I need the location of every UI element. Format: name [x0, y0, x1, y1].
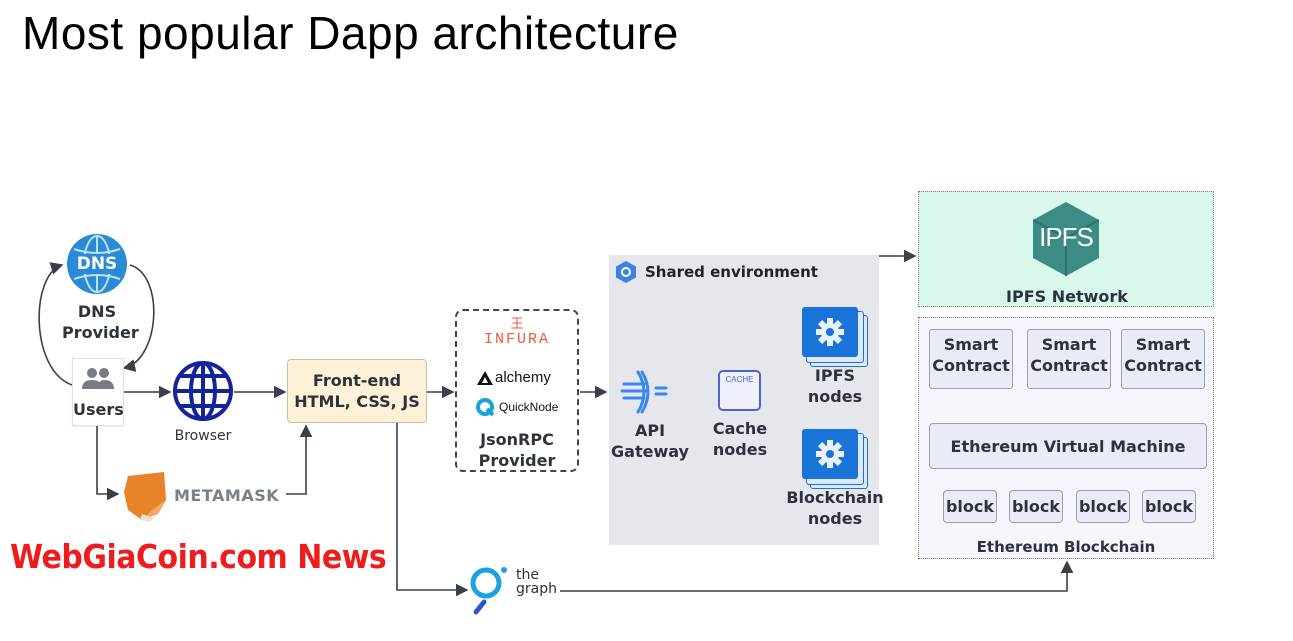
frontend-line1: Front-end [312, 371, 402, 390]
dns-provider-label: DNS Provider [62, 301, 139, 343]
block-label: block [1011, 497, 1061, 516]
api-gateway-icon [620, 370, 668, 414]
thegraph-label-line1: the [516, 567, 539, 583]
ipfs-nodes-node[interactable] [802, 307, 868, 367]
metamask-node[interactable]: METAMASK [122, 470, 286, 522]
evm-label: Ethereum Virtual Machine [950, 436, 1186, 456]
smart-contract-line2: Contract [932, 356, 1010, 375]
api-gateway-label-line2: Gateway [611, 442, 689, 461]
quicknode-icon [476, 398, 495, 417]
ethereum-blockchain-label: Ethereum Blockchain [976, 538, 1156, 556]
thegraph-label-line2: graph [516, 581, 557, 597]
infura-logo: 王 INFURA [479, 316, 555, 349]
metamask-label: METAMASK [174, 486, 280, 505]
api-gateway-node[interactable] [620, 370, 680, 414]
frontend-node[interactable]: Front-end HTML, CSS, JS [287, 359, 427, 423]
quicknode-name: QuickNode [499, 400, 559, 414]
cache-icon: CACHE [725, 375, 754, 384]
block[interactable]: block [1142, 490, 1196, 523]
blockchain-nodes-label-line1: Blockchain [786, 488, 884, 507]
block-label: block [1144, 497, 1194, 516]
thegraph-node[interactable]: the graph [468, 566, 568, 616]
smart-contract[interactable]: Smart Contract [1027, 329, 1111, 389]
ipfs-network-label: IPFS Network [1006, 287, 1128, 306]
block[interactable]: block [943, 490, 997, 523]
ipfs-logo-text: IPFS [1039, 222, 1094, 252]
browser-node[interactable] [172, 360, 234, 422]
users-to-metamask-arrow [96, 424, 120, 501]
api-gateway-label: API Gateway [605, 420, 695, 462]
jsonrpc-label-line2: Provider [478, 451, 556, 470]
infura-icon: 王 [510, 316, 524, 331]
alchemy-name: alchemy [495, 369, 551, 386]
smart-contract-line1: Smart [943, 335, 999, 354]
smart-contract[interactable]: Smart Contract [929, 329, 1013, 389]
users-label: Users [73, 400, 124, 419]
blockchain-nodes-label-line2: nodes [807, 509, 863, 528]
thegraph-icon [470, 567, 507, 615]
blockchain-nodes-label: Blockchain nodes [785, 487, 885, 529]
block-label: block [945, 497, 995, 516]
ipfs-nodes-label-line1: IPFS [814, 366, 856, 385]
metamask-fox-icon [124, 472, 166, 522]
evm-node[interactable]: Ethereum Virtual Machine [929, 423, 1207, 469]
shared-environment-label: Shared environment [645, 263, 818, 281]
smart-contract-line2: Contract [1124, 356, 1202, 375]
users-icon [82, 368, 114, 389]
alchemy-icon [477, 370, 493, 385]
browser-label: Browser [174, 428, 232, 444]
alchemy-logo: alchemy [477, 369, 551, 386]
dns-label-line2: Provider [62, 323, 139, 342]
smart-contract-line1: Smart [1041, 335, 1097, 354]
ipfs-nodes-label: IPFS nodes [795, 365, 875, 407]
dns-provider-node[interactable]: DNS [66, 233, 128, 295]
quicknode-logo: QuickNode [475, 397, 558, 417]
thegraph-label: the graph [516, 568, 557, 596]
smart-contract-line2: Contract [1030, 356, 1108, 375]
thegraph-to-ethereum-arrow [560, 560, 1074, 592]
api-gateway-label-line1: API [634, 421, 666, 440]
cache-node[interactable]: CACHE [718, 370, 761, 411]
ipfs-nodes-label-line2: nodes [807, 387, 863, 406]
gear-icon [816, 440, 844, 468]
smart-contract[interactable]: Smart Contract [1121, 329, 1205, 389]
watermark-text: WebGiaCoin.com News [10, 538, 387, 577]
block[interactable]: block [1076, 490, 1130, 523]
block-label: block [1078, 497, 1128, 516]
smart-contract-line1: Smart [1135, 335, 1191, 354]
users-node[interactable]: Users [72, 358, 124, 426]
globe-icon [173, 361, 233, 421]
block[interactable]: block [1009, 490, 1063, 523]
cache-label-line1: Cache [712, 419, 768, 438]
dns-label-line1: DNS [77, 302, 117, 321]
infura-name: INFURA [483, 331, 550, 348]
dns-badge: DNS [76, 254, 118, 274]
ipfs-network-group[interactable]: IPFS IPFS Network [918, 191, 1214, 307]
jsonrpc-label-line1: JsonRPC [480, 430, 554, 449]
frontend-line2: HTML, CSS, JS [294, 392, 420, 411]
gcp-hexagon-icon [616, 261, 636, 283]
blockchain-nodes-node[interactable] [802, 429, 868, 489]
gear-icon [816, 318, 844, 346]
jsonrpc-label: JsonRPC Provider [457, 429, 577, 471]
cache-label: Cache nodes [700, 418, 780, 460]
metamask-to-frontend-arrow [286, 424, 313, 495]
cache-label-line2: nodes [712, 440, 768, 459]
jsonrpc-provider-group[interactable]: 王 INFURA alchemy QuickNode JsonRPC Provi… [455, 309, 579, 472]
